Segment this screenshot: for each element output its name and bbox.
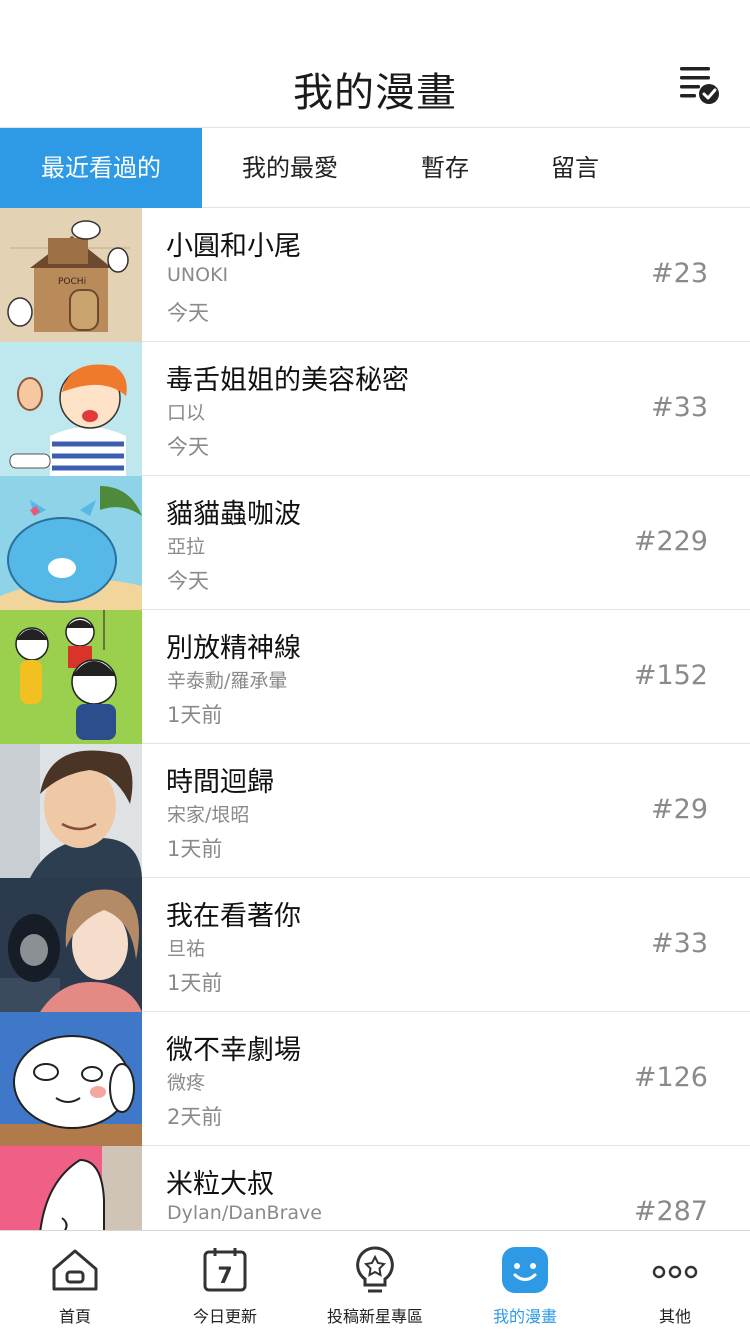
comic-title: 貓貓蟲咖波 <box>166 499 301 530</box>
comic-title: 毒舌姐姐的美容秘密 <box>166 365 409 396</box>
nav-daily-update[interactable]: 7 今日更新 <box>150 1231 300 1334</box>
comic-episode: #33 <box>651 928 708 959</box>
comic-thumbnail <box>0 744 142 878</box>
tab-bar: 最近看過的 我的最愛 暫存 留言 <box>0 128 750 208</box>
comic-episode: #287 <box>633 1196 708 1227</box>
comic-episode: #29 <box>651 794 708 825</box>
page-title: 我的漫畫 <box>293 70 457 116</box>
calendar-day: 7 <box>217 1264 232 1289</box>
comic-author: 亞拉 <box>167 536 206 558</box>
comic-author: 口以 <box>167 402 206 424</box>
comic-thumbnail <box>0 1146 142 1230</box>
nav-label: 其他 <box>658 1307 691 1326</box>
comic-author: 辛泰勳/羅承暈 <box>167 670 288 692</box>
home-icon <box>52 1249 98 1291</box>
comic-list-item[interactable]: POCHi 小圓和小尾 UNOKI 今天 #23 <box>0 208 750 342</box>
nav-label: 我的漫畫 <box>492 1307 557 1326</box>
lightbulb-star-icon <box>356 1246 394 1293</box>
comic-list-item[interactable]: 貓貓蟲咖波 亞拉 今天 #229 <box>0 476 750 610</box>
comic-thumbnail <box>0 476 142 610</box>
comic-last-read: 1天前 <box>167 703 223 727</box>
comic-thumbnail <box>0 1012 142 1146</box>
comic-author: 旦祐 <box>167 938 206 960</box>
comic-list-item[interactable]: 米粒大叔 Dylan/DanBrave #287 <box>0 1146 750 1230</box>
nav-my-comics[interactable]: 我的漫畫 <box>450 1231 600 1334</box>
nav-new-star[interactable]: 投稿新星專區 <box>300 1231 450 1334</box>
comic-title: 小圓和小尾 <box>166 231 301 262</box>
comic-last-read: 今天 <box>167 301 209 325</box>
calendar-icon: 7 <box>203 1248 247 1292</box>
comic-last-read: 今天 <box>167 435 209 459</box>
tab-favorites[interactable]: 我的最愛 <box>202 128 378 208</box>
comic-list-item[interactable]: 微不幸劇場 微疼 2天前 #126 <box>0 1012 750 1146</box>
comic-title: 米粒大叔 <box>166 1169 274 1200</box>
comic-author: 宋家/垠昭 <box>167 804 250 826</box>
tab-recent[interactable]: 最近看過的 <box>0 128 202 208</box>
comic-episode: #229 <box>633 526 708 557</box>
comic-last-read: 1天前 <box>167 971 223 995</box>
svg-text:POCHi: POCHi <box>58 277 86 287</box>
nav-home[interactable]: 首頁 <box>0 1231 150 1334</box>
nav-label: 今日更新 <box>192 1307 257 1326</box>
list-check-icon <box>680 67 719 104</box>
more-icon <box>652 1265 698 1279</box>
comic-author: Dylan/DanBrave <box>167 1202 322 1224</box>
nav-label: 投稿新星專區 <box>326 1307 423 1326</box>
comic-last-read: 2天前 <box>167 1105 223 1129</box>
comic-title: 別放精神線 <box>166 633 301 664</box>
comic-thumbnail: POCHi <box>0 208 142 342</box>
comic-thumbnail <box>0 878 142 1012</box>
comic-title: 時間迴歸 <box>166 767 274 798</box>
comic-last-read: 今天 <box>167 569 209 593</box>
comic-episode: #152 <box>633 660 708 691</box>
comic-episode: #33 <box>651 392 708 423</box>
comic-title: 微不幸劇場 <box>166 1035 301 1066</box>
comic-title: 我在看著你 <box>166 901 301 932</box>
comic-list-item[interactable]: 毒舌姐姐的美容秘密 口以 今天 #33 <box>0 342 750 476</box>
app-header: 我的漫畫 <box>0 0 750 128</box>
comic-thumbnail <box>0 342 142 476</box>
tab-temp-saved[interactable]: 暫存 <box>378 128 512 208</box>
tab-comments[interactable]: 留言 <box>512 128 638 208</box>
nav-label: 首頁 <box>58 1307 91 1326</box>
comic-list-item[interactable]: 我在看著你 旦祐 1天前 #33 <box>0 878 750 1012</box>
bottom-nav: 首頁 7 今日更新 投稿新星專區 我的漫畫 其他 <box>0 1230 750 1334</box>
nav-more[interactable]: 其他 <box>600 1231 750 1334</box>
comic-thumbnail <box>0 610 142 744</box>
comic-list-item[interactable]: 時間迴歸 宋家/垠昭 1天前 #29 <box>0 744 750 878</box>
comic-last-read: 1天前 <box>167 837 223 861</box>
comic-author: 微疼 <box>167 1072 206 1094</box>
edit-list-button[interactable] <box>676 62 722 108</box>
comic-episode: #23 <box>651 258 708 289</box>
comic-episode: #126 <box>633 1062 708 1093</box>
smile-icon <box>502 1247 548 1293</box>
comic-list-item[interactable]: 別放精神線 辛泰勳/羅承暈 1天前 #152 <box>0 610 750 744</box>
comic-author: UNOKI <box>167 264 229 286</box>
comic-list: POCHi 小圓和小尾 UNOKI 今天 #23 毒舌姐姐的美容秘密 口以 今天… <box>0 208 750 1230</box>
